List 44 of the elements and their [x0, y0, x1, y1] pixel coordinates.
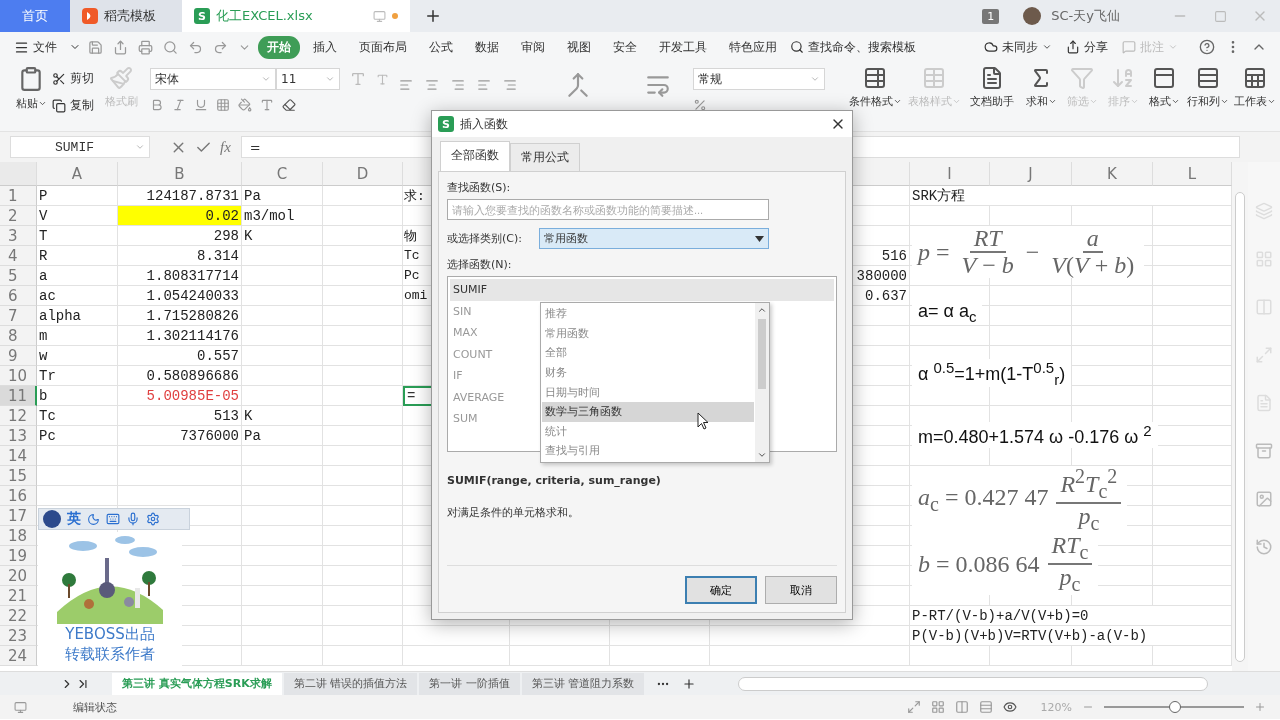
- formula-image: α $^{0.5}$=1+m(1-T$^{0.5}$$_{r}$): [912, 358, 1072, 388]
- table-cell: 1.054240033: [118, 286, 242, 306]
- table-cell: m: [37, 326, 118, 346]
- table-cell: 0.557: [118, 346, 242, 366]
- table-cell: P: [37, 186, 118, 206]
- table-cell: P-RT/(V-b)+a/V(V+b)=0: [910, 606, 1232, 626]
- table-cell: 8.314: [118, 246, 242, 266]
- table-cell: Tc: [37, 406, 118, 426]
- table-cell: SRK方程: [910, 186, 1232, 206]
- table-cell: R: [37, 246, 118, 266]
- dialog-title: 插入函数: [460, 115, 508, 133]
- table-cell: ac: [37, 286, 118, 306]
- table-cell: m3/mol: [242, 206, 323, 226]
- table-cell: 0.02: [118, 206, 242, 226]
- table-cell: Tr: [37, 366, 118, 386]
- table-cell: Pa: [242, 186, 323, 206]
- table-cell: 1.808317714: [118, 266, 242, 286]
- table-cell: K: [242, 226, 323, 246]
- table-cell: 1.715280826: [118, 306, 242, 326]
- window-count: 1: [982, 8, 1000, 24]
- table-cell: T: [37, 226, 118, 246]
- table-cell: 298: [118, 226, 242, 246]
- table-cell: K: [242, 406, 323, 426]
- table-cell: P(V-b)(V+b)V=RTV(V+b)-a(V-b): [910, 626, 1232, 646]
- spreadsheet-icon: S: [438, 116, 454, 132]
- table-cell: w: [37, 346, 118, 366]
- table-cell: b: [37, 386, 118, 406]
- logo-text: YEBOSS出品: [65, 624, 155, 644]
- table-cell: Pc: [37, 426, 118, 446]
- table-cell: 5.00985E-05: [118, 386, 242, 406]
- table-cell: alpha: [37, 306, 118, 326]
- table-cell: a: [37, 266, 118, 286]
- table-cell: 1.302114176: [118, 326, 242, 346]
- formula-image: m=0.480+1.574 ω -0.176 ω $^{2}$: [912, 422, 1158, 448]
- table-cell: 513: [118, 406, 242, 426]
- table-cell: Pa: [242, 426, 323, 446]
- function-description: 对满足条件的单元格求和。: [447, 505, 580, 520]
- status-text: 编辑状态: [73, 699, 117, 715]
- logo-text: 转载联系作者: [65, 644, 155, 664]
- formula-image: p = RT V − b − a V(V + b): [912, 225, 1145, 279]
- table-cell: 0.580896686: [118, 366, 242, 386]
- spreadsheet-icon: S: [194, 8, 210, 24]
- table-cell: 7376000: [118, 426, 242, 446]
- function-signature: SUMIF(range, criteria, sum_range): [447, 474, 662, 487]
